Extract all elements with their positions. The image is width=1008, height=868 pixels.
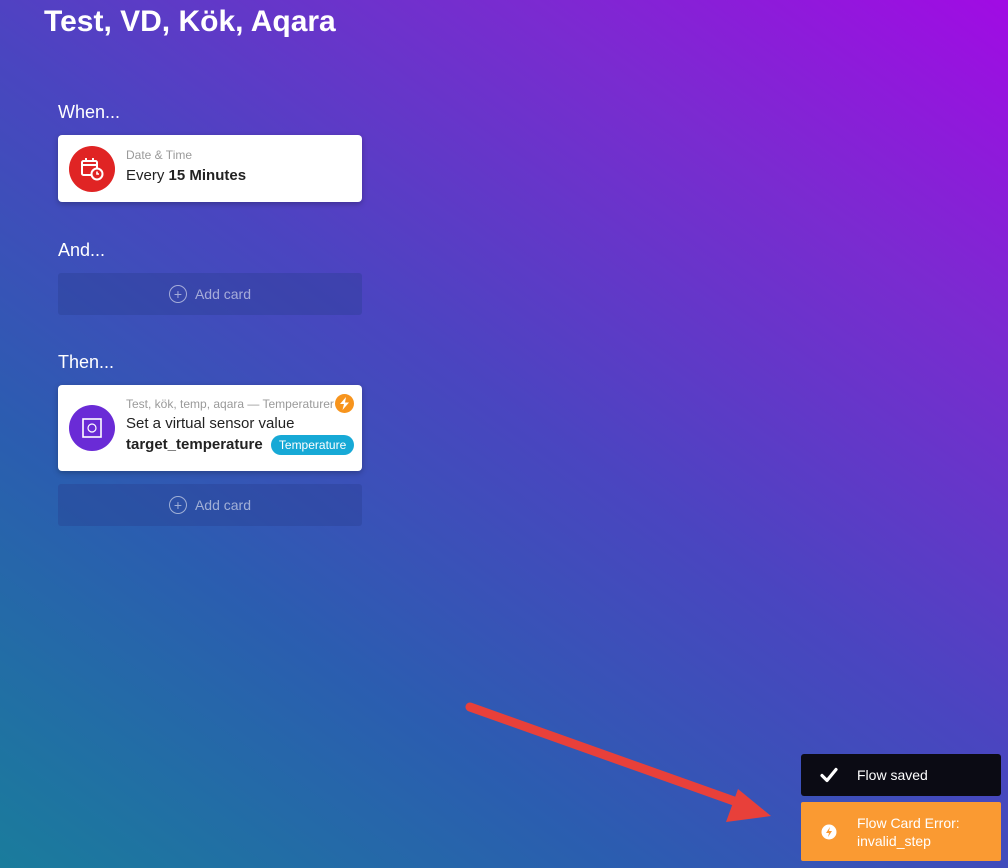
then-card-subtitle: Test, kök, temp, aqara — Temperaturer (126, 397, 334, 411)
temperature-tag[interactable]: Temperature (270, 435, 355, 455)
then-card[interactable]: Test, kök, temp, aqara — Temperaturer Se… (58, 385, 362, 471)
then-add-card-label: Add card (194, 497, 252, 513)
then-card-args: target_temperature Temperature (126, 435, 355, 455)
flow-card-error-text: Flow Card Error: invalid_step (857, 814, 960, 850)
when-card[interactable]: Date & Time Every 15 Minutes (58, 135, 362, 202)
plus-circle-icon: + (168, 496, 187, 514)
check-icon (801, 767, 857, 783)
when-card-subtitle: Date & Time (126, 148, 193, 162)
then-add-card-button[interactable]: + Add card (58, 484, 362, 526)
then-card-text: Set a virtual sensor value (126, 415, 295, 432)
error-line-2: invalid_step (857, 832, 931, 849)
when-card-text: Every 15 Minutes (126, 167, 246, 185)
then-label: Then... (58, 352, 115, 372)
then-card-arg[interactable]: target_temperature (126, 436, 263, 453)
flow-card-error-toast: Flow Card Error: invalid_step (801, 802, 1001, 861)
virtual-sensor-icon (69, 405, 115, 451)
flow-saved-text: Flow saved (857, 767, 928, 783)
error-line-1: Flow Card Error: (857, 814, 960, 831)
and-add-card-button[interactable]: + Add card (58, 273, 362, 315)
when-card-text-prefix: Every (126, 167, 165, 184)
when-card-interval[interactable]: 15 Minutes (169, 167, 247, 184)
calendar-clock-icon (69, 146, 115, 192)
flow-saved-toast: Flow saved (801, 754, 1001, 796)
flow-title: Test, VD, Kök, Aqara (44, 5, 336, 38)
bolt-icon (801, 824, 857, 840)
and-add-card-label: Add card (194, 286, 252, 302)
and-label: And... (58, 240, 106, 260)
plus-circle-icon: + (168, 285, 187, 303)
bolt-icon (335, 394, 354, 413)
when-label: When... (58, 102, 121, 122)
